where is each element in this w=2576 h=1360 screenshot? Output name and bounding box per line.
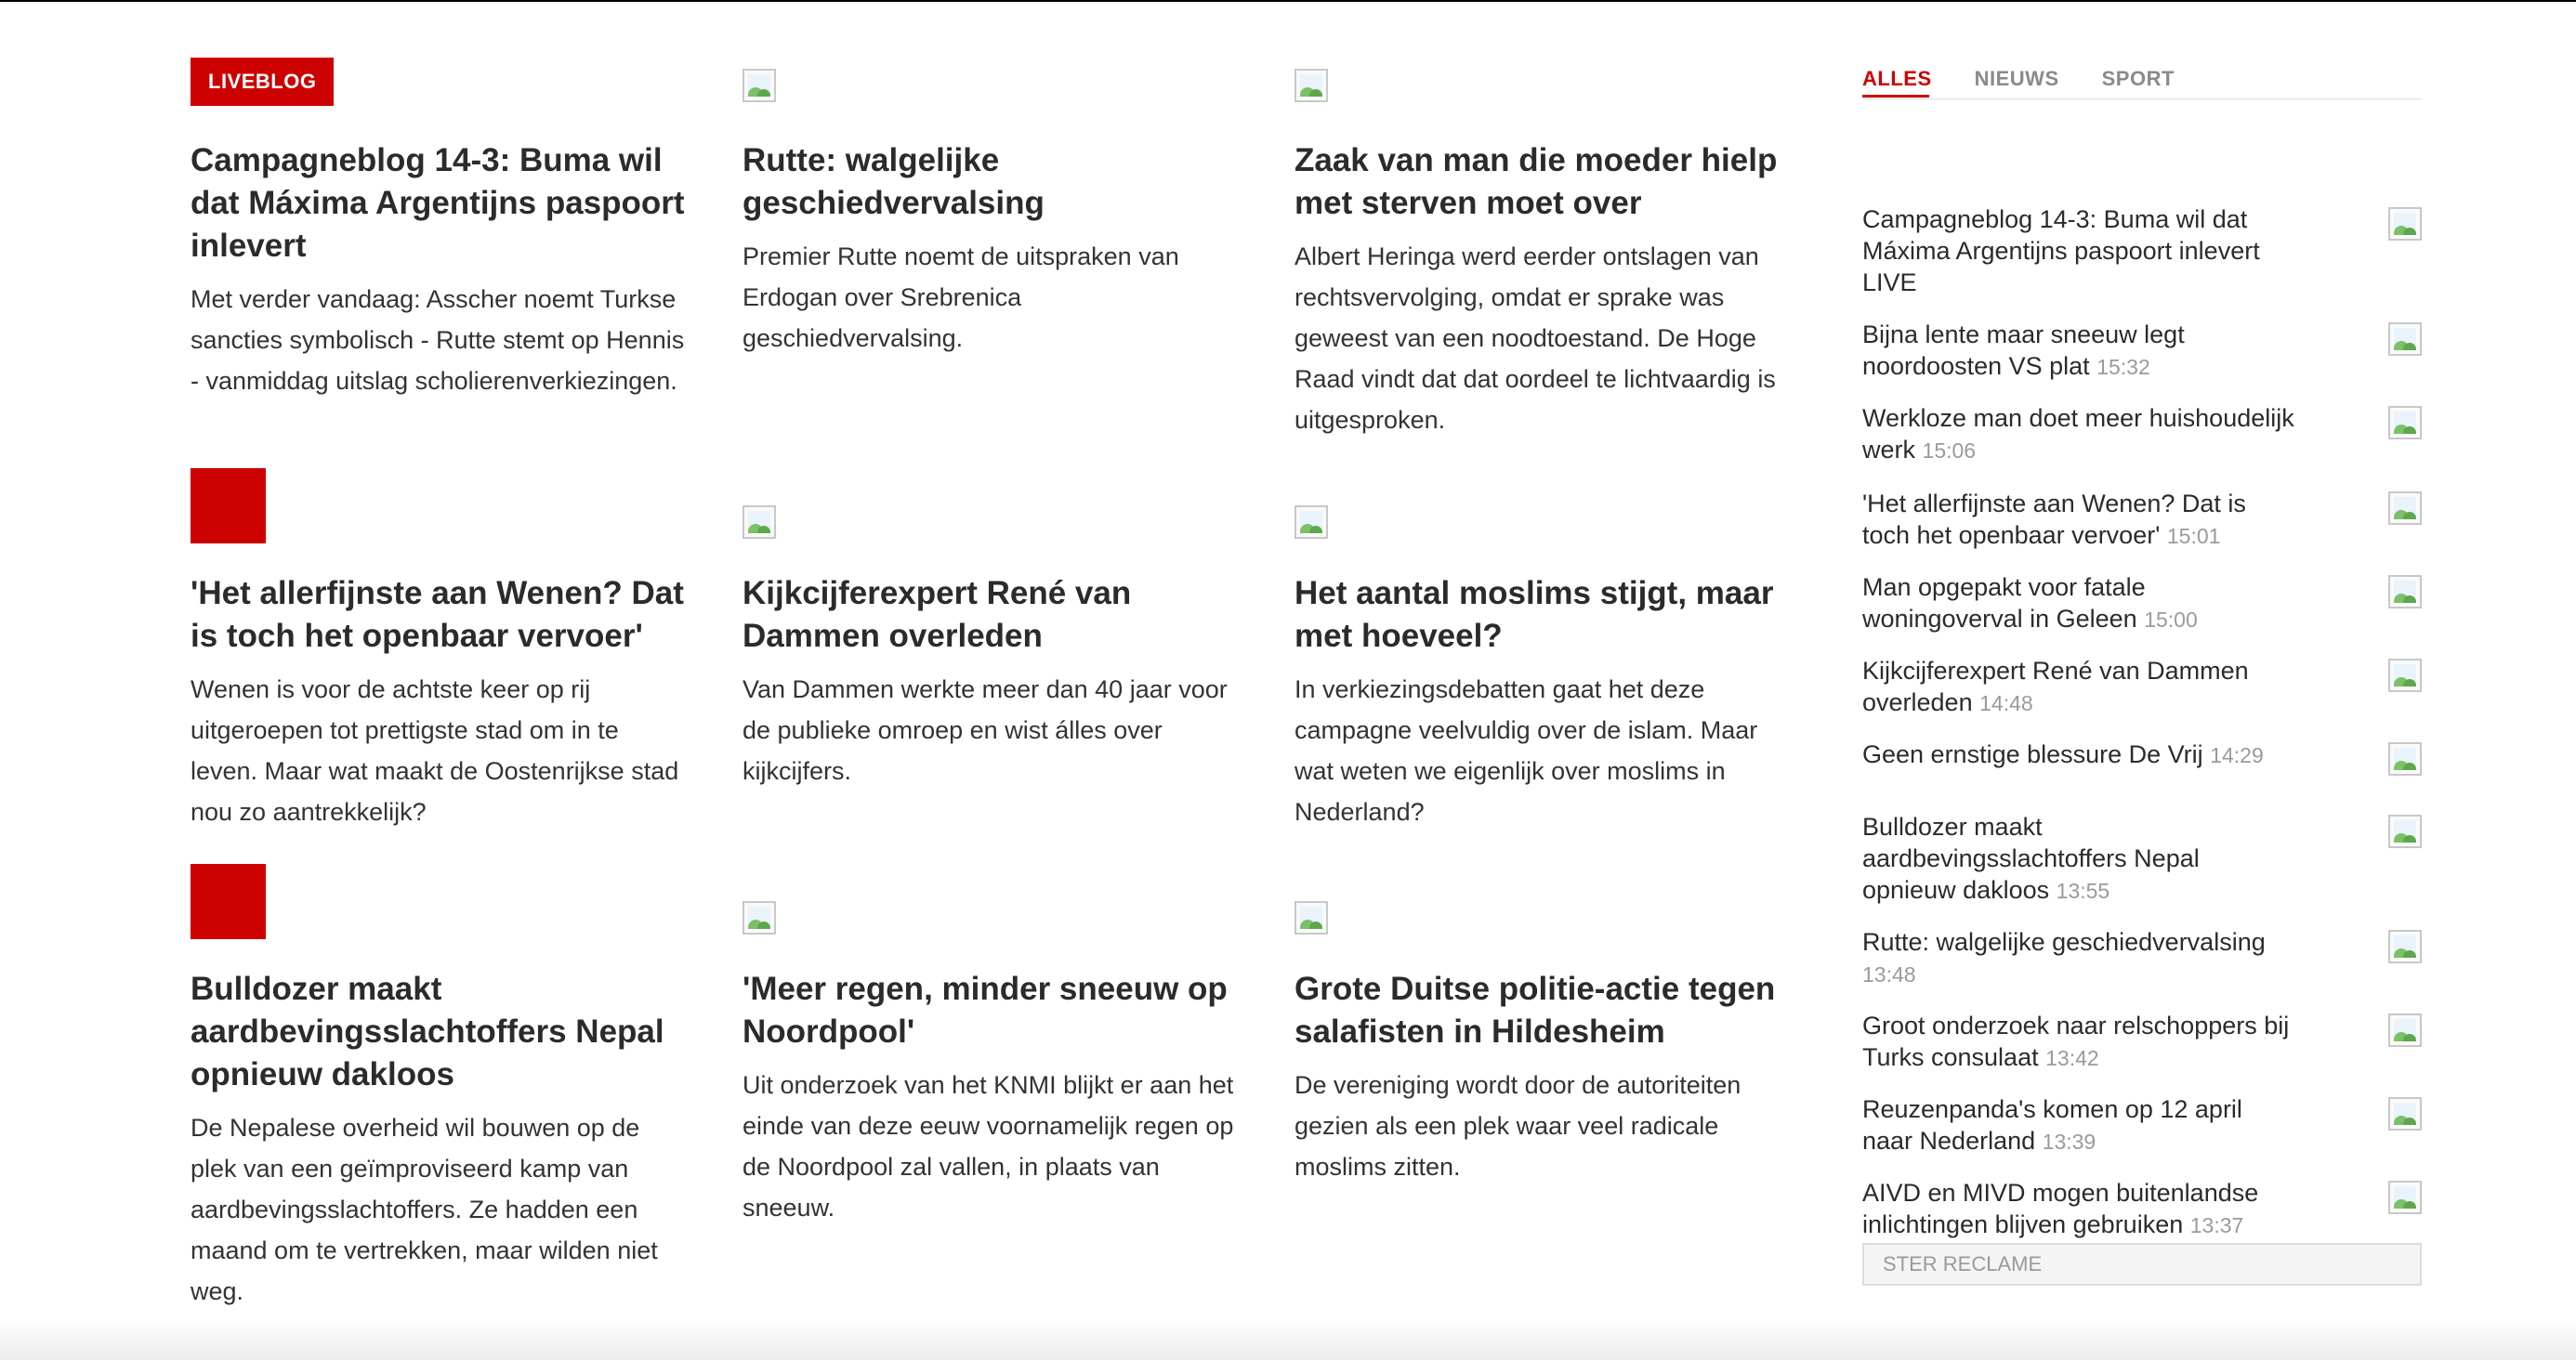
broken-image-icon[interactable] [2388,491,2422,525]
article-card[interactable]: Zaak van man die moeder hielp met sterve… [1295,69,1796,440]
tab-sport[interactable]: SPORT [2102,67,2175,97]
list-item[interactable]: Rutte: walgelijke geschiedvervalsing 13:… [1862,926,2422,990]
news-time: 13:37 [2189,1213,2244,1237]
list-item[interactable]: Bijna lente maar sneeuw legt noordoosten… [1862,319,2422,383]
article-headline[interactable]: Bulldozer maakt aardbevingsslachtoffers … [191,968,692,1096]
list-item[interactable]: Campagneblog 14-3: Buma wil dat Máxima A… [1862,203,2422,298]
article-headline[interactable]: Rutte: walgelijke geschiedvervalsing [743,139,1244,225]
media-slot [743,901,1244,968]
media-slot [743,69,1244,139]
broken-image-icon[interactable] [2388,930,2422,963]
article-excerpt: Met verder vandaag: Asscher noemt Turkse… [191,285,685,395]
article-card[interactable]: Kijkcijferexpert René van Dammen overled… [743,505,1244,791]
tab-bar: ALLES NIEUWS SPORT [1862,67,2422,98]
article-card[interactable]: LIVEBLOG Campagneblog 14-3: Buma wil dat… [191,58,692,401]
article-headline[interactable]: Het aantal moslims stijgt, maar met hoev… [1295,572,1796,658]
news-time: 13:48 [1862,962,1916,987]
broken-image-icon[interactable] [2388,1097,2422,1131]
article-excerpt: Wenen is voor de achtste keer op rij uit… [191,675,679,826]
bottom-shadow [0,1319,2576,1360]
news-title[interactable]: Kijkcijferexpert René van Dammen overled… [1862,657,2249,716]
broken-image-icon[interactable] [743,505,776,539]
article-card[interactable]: Rutte: walgelijke geschiedvervalsing Pre… [743,69,1244,359]
broken-image-icon[interactable] [2388,742,2422,776]
article-headline[interactable]: 'Het allerfijnste aan Wenen? Dat is toch… [191,572,692,658]
media-slot [1295,505,1796,572]
top-border [0,0,2576,2]
list-item[interactable]: Kijkcijferexpert René van Dammen overled… [1862,655,2422,719]
list-item[interactable]: Geen ernstige blessure De Vrij 14:29 [1862,739,2422,776]
news-title[interactable]: Rutte: walgelijke geschiedvervalsing [1862,928,2266,956]
list-item[interactable]: Werkloze man doet meer huishoudelijk wer… [1862,402,2422,466]
ster-reclame-ad-slot[interactable]: STER RECLAME [1862,1243,2422,1286]
news-title[interactable]: Man opgepakt voor fatale woningoverval i… [1862,573,2146,633]
broken-image-icon[interactable] [2388,406,2422,439]
broken-image-icon[interactable] [2388,207,2422,241]
liveblog-badge: LIVEBLOG [191,58,335,106]
broken-image-icon[interactable] [2388,659,2422,692]
tab-alles[interactable]: ALLES [1862,67,1932,97]
article-excerpt: In verkiezingsdebatten gaat het deze cam… [1295,675,1758,826]
list-item[interactable]: 'Het allerfijnste aan Wenen? Dat is toch… [1862,488,2422,552]
article-card[interactable]: 'Het allerfijnste aan Wenen? Dat is toch… [191,468,692,832]
news-title[interactable]: Campagneblog 14-3: Buma wil dat Máxima A… [1862,205,2260,265]
news-time: 15:06 [1922,438,1977,463]
article-headline[interactable]: Kijkcijferexpert René van Dammen overled… [743,572,1244,658]
article-excerpt: Van Dammen werkte meer dan 40 jaar voor … [743,675,1228,785]
news-time: 14:48 [1979,691,2033,715]
active-tab-indicator [1862,95,1929,98]
article-headline[interactable]: Zaak van man die moeder hielp met sterve… [1295,139,1796,225]
article-card[interactable]: Bulldozer maakt aardbevingsslachtoffers … [191,864,692,1312]
media-slot [1295,901,1796,968]
list-item[interactable]: AIVD en MIVD mogen buitenlandse inlichti… [1862,1177,2422,1241]
article-excerpt: De Nepalese overheid wil bouwen op de pl… [191,1114,658,1305]
news-time: 13:42 [2045,1046,2099,1070]
article-thumbnail[interactable] [191,468,266,543]
media-slot [191,468,692,572]
article-card[interactable]: Het aantal moslims stijgt, maar met hoev… [1295,505,1796,832]
news-time: 14:29 [2210,743,2264,767]
news-time: 13:55 [2056,879,2110,903]
list-item[interactable]: Reuzenpanda's komen op 12 april naar Ned… [1862,1093,2422,1157]
broken-image-icon[interactable] [2388,575,2422,608]
tab-divider [1862,98,2422,99]
broken-image-icon[interactable] [1295,505,1328,539]
article-headline[interactable]: Grote Duitse politie-actie tegen salafis… [1295,968,1796,1053]
media-slot [191,864,692,968]
latest-news-sidebar: ALLES NIEUWS SPORT Campagneblog 14-3: Bu… [1862,67,2422,1238]
news-time: 15:00 [2144,608,2198,632]
broken-image-icon[interactable] [2388,1181,2422,1214]
broken-image-icon[interactable] [743,901,776,935]
broken-image-icon[interactable] [1295,69,1328,102]
news-time: 15:01 [2166,524,2221,548]
news-time: 15:32 [2096,355,2150,379]
article-card[interactable]: Grote Duitse politie-actie tegen salafis… [1295,901,1796,1187]
broken-image-icon[interactable] [2388,815,2422,848]
article-excerpt: Albert Heringa werd eerder ontslagen van… [1295,242,1776,434]
broken-image-icon[interactable] [1295,901,1328,935]
article-excerpt: Premier Rutte noemt de uitspraken van Er… [743,242,1179,352]
broken-image-icon[interactable] [2388,322,2422,356]
broken-image-icon[interactable] [2388,1013,2422,1047]
live-label: LIVE [1862,268,1917,296]
news-title[interactable]: Geen ernstige blessure De Vrij [1862,740,2203,768]
list-item[interactable]: Bulldozer maakt aardbevingsslachtoffers … [1862,811,2422,907]
broken-image-icon[interactable] [743,69,776,102]
tab-nieuws[interactable]: NIEUWS [1975,67,2059,97]
news-title[interactable]: Bulldozer maakt aardbevingsslachtoffers … [1862,813,2200,904]
article-excerpt: Uit onderzoek van het KNMI blijkt er aan… [743,1071,1234,1222]
media-slot: LIVEBLOG [191,58,692,139]
article-headline[interactable]: 'Meer regen, minder sneeuw op Noordpool' [743,968,1244,1053]
article-thumbnail[interactable] [191,864,266,939]
media-slot [1295,69,1796,139]
article-headline[interactable]: Campagneblog 14-3: Buma wil dat Máxima A… [191,139,692,268]
list-item[interactable]: Man opgepakt voor fatale woningoverval i… [1862,571,2422,635]
article-excerpt: De vereniging wordt door de autoriteiten… [1295,1071,1741,1181]
news-time: 13:39 [2042,1130,2096,1154]
list-item[interactable]: Groot onderzoek naar relschoppers bij Tu… [1862,1010,2422,1074]
media-slot [743,505,1244,572]
article-card[interactable]: 'Meer regen, minder sneeuw op Noordpool'… [743,901,1244,1228]
